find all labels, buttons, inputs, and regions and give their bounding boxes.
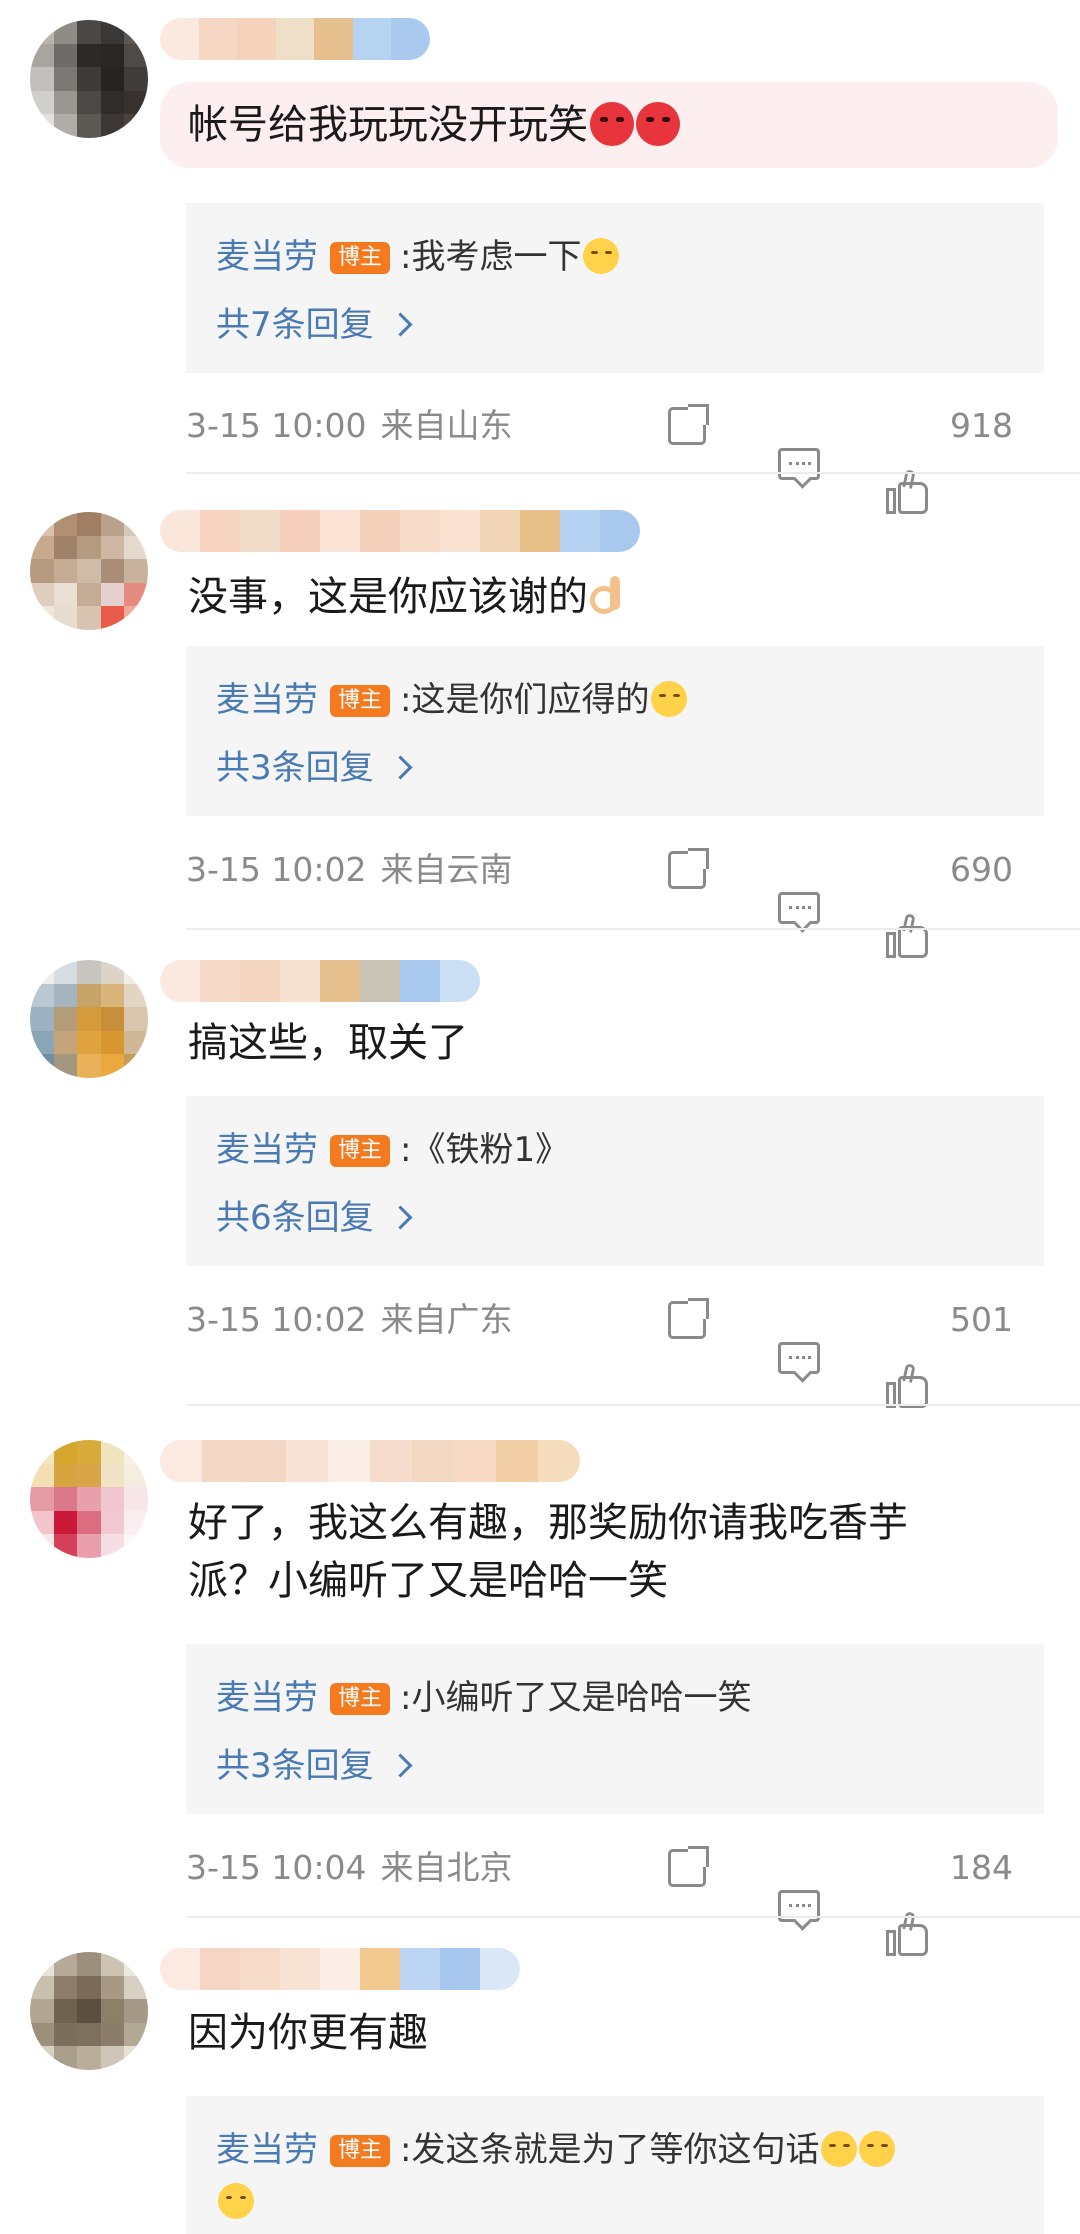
- comment-item: 好了，我这么有趣，那奖励你请我吃香芋 派？小编听了又是哈哈一笑 麦当劳 博主:小编…: [0, 1406, 1080, 1956]
- reply-box[interactable]: 麦当劳 博主:《铁粉1》 共6条回复: [186, 1096, 1044, 1266]
- chevron-right-icon: [388, 1753, 413, 1778]
- divider: [186, 1916, 1080, 1918]
- author-badge: 博主: [330, 242, 391, 274]
- smirk-face-icon: [218, 2183, 254, 2219]
- view-replies-link[interactable]: 共6条回复: [216, 1194, 413, 1242]
- reply-author[interactable]: 麦当劳: [216, 1130, 318, 1170]
- comment-text: 搞这些，取关了: [188, 1020, 468, 1066]
- reply-box[interactable]: 麦当劳 博主:发这条就是为了等你这句话: [186, 2096, 1044, 2234]
- view-replies-link[interactable]: 共3条回复: [216, 744, 413, 792]
- share-icon[interactable]: [668, 404, 709, 445]
- username-blurred[interactable]: [160, 510, 640, 552]
- author-badge: 博主: [330, 2135, 391, 2167]
- reply-author[interactable]: 麦当劳: [216, 237, 318, 277]
- comment-icon[interactable]: [778, 1342, 820, 1374]
- reply-box[interactable]: 麦当劳 博主:这是你们应得的 共3条回复: [186, 646, 1044, 816]
- location: 来自山东: [380, 406, 513, 445]
- username-blurred[interactable]: [160, 1440, 580, 1482]
- comment-text: 好了，我这么有趣，那奖励你请我吃香芋 派？小编听了又是哈哈一笑: [188, 1500, 908, 1604]
- angry-face-icon: [590, 102, 634, 146]
- username-blurred[interactable]: [160, 960, 480, 1002]
- reply-text: 我考虑一下: [411, 237, 582, 277]
- ok-hand-icon: [588, 576, 622, 616]
- avatar[interactable]: [30, 1440, 148, 1558]
- comment-meta: 3-15 10:02 来自广东: [186, 1296, 513, 1344]
- view-replies-link[interactable]: 共3条回复: [216, 1742, 413, 1790]
- reply-author[interactable]: 麦当劳: [216, 1678, 318, 1718]
- comment-meta: 3-15 10:04 来自北京: [186, 1844, 513, 1892]
- comment-text: 因为你更有趣: [188, 2010, 428, 2056]
- angry-face-icon: [636, 102, 680, 146]
- like-count: 501: [950, 1300, 1013, 1339]
- like-count: 918: [950, 406, 1013, 445]
- comment-item: 因为你更有趣 麦当劳 博主:发这条就是为了等你这句话: [0, 1926, 1080, 2234]
- reply-text: 发这条就是为了等你这句话: [411, 2130, 820, 2170]
- comment-item: 帐号给我玩玩没开玩笑 麦当劳 博主:我考虑一下 共7条回复 3-15 10:00 来…: [0, 0, 1080, 514]
- location: 来自北京: [380, 1848, 513, 1887]
- location: 来自云南: [380, 850, 513, 889]
- comment-item: 搞这些，取关了 麦当劳 博主:《铁粉1》 共6条回复 3-15 10:02 来自广东…: [0, 930, 1080, 1408]
- chevron-right-icon: [388, 755, 413, 780]
- reply-text: 小编听了又是哈哈一笑: [411, 1678, 752, 1718]
- comment-icon[interactable]: [778, 892, 820, 924]
- avatar[interactable]: [30, 20, 148, 138]
- reply-author[interactable]: 麦当劳: [216, 2130, 318, 2170]
- avatar[interactable]: [30, 512, 148, 630]
- grin-face-icon: [651, 681, 688, 717]
- location: 来自广东: [380, 1300, 513, 1339]
- divider: [186, 472, 1080, 474]
- like-count: 184: [950, 1848, 1013, 1887]
- comment-meta: 3-15 10:02 来自云南: [186, 846, 513, 894]
- share-icon[interactable]: [668, 1846, 709, 1887]
- view-replies-link[interactable]: 共7条回复: [216, 301, 413, 349]
- reply-text: 这是你们应得的: [411, 680, 650, 720]
- timestamp: 3-15 10:00: [186, 406, 367, 445]
- avatar[interactable]: [30, 1952, 148, 2070]
- reply-box[interactable]: 麦当劳 博主:我考虑一下 共7条回复: [186, 203, 1044, 373]
- comment-text: 帐号给我玩玩没开玩笑: [160, 82, 1058, 168]
- reply-text: 《铁粉1》: [411, 1130, 570, 1170]
- username-blurred[interactable]: [160, 1948, 520, 1990]
- share-icon[interactable]: [668, 1298, 709, 1339]
- smirk-face-icon: [859, 2131, 896, 2167]
- author-badge: 博主: [330, 685, 391, 717]
- reply-box[interactable]: 麦当劳 博主:小编听了又是哈哈一笑 共3条回复: [186, 1644, 1044, 1814]
- comment-text: 没事，这是你应该谢的: [188, 568, 1018, 626]
- share-icon[interactable]: [668, 848, 709, 889]
- like-count: 690: [950, 850, 1013, 889]
- comment-item: 没事，这是你应该谢的 麦当劳 博主:这是你们应得的 共3条回复 3-15 10:0…: [0, 490, 1080, 958]
- author-badge: 博主: [330, 1135, 391, 1167]
- chevron-right-icon: [388, 312, 413, 337]
- timestamp: 3-15 10:04: [186, 1848, 367, 1887]
- timestamp: 3-15 10:02: [186, 850, 367, 889]
- reply-author[interactable]: 麦当劳: [216, 680, 318, 720]
- smirk-face-icon: [583, 238, 620, 274]
- comment-icon[interactable]: [778, 448, 820, 480]
- comment-meta: 3-15 10:00 来自山东: [186, 402, 513, 450]
- username-blurred[interactable]: [160, 18, 430, 60]
- smirk-face-icon: [821, 2131, 858, 2167]
- chevron-right-icon: [388, 1205, 413, 1230]
- avatar[interactable]: [30, 960, 148, 1078]
- timestamp: 3-15 10:02: [186, 1300, 367, 1339]
- author-badge: 博主: [330, 1683, 391, 1715]
